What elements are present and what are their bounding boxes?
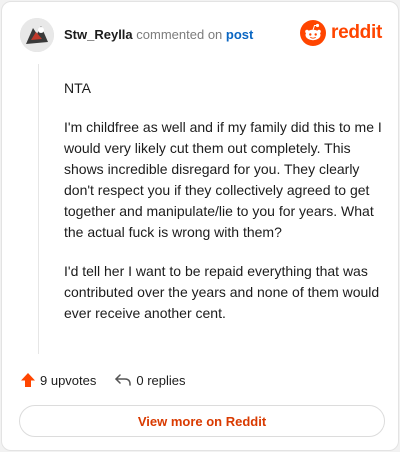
- comment-actions: 9 upvotes 0 replies: [20, 372, 186, 388]
- reply-button[interactable]: 0 replies: [114, 372, 186, 388]
- comment-header: Stw_Reylla commented on post reddit: [20, 18, 382, 54]
- post-link[interactable]: post: [226, 27, 253, 42]
- reply-count: 0 replies: [136, 372, 186, 388]
- avatar-image: [20, 18, 54, 52]
- upvote-button[interactable]: 9 upvotes: [20, 372, 96, 388]
- reddit-logo-icon: [300, 20, 327, 46]
- reply-icon: [115, 374, 132, 386]
- upvote-arrow-icon: [21, 373, 35, 387]
- comment-embed-card: Stw_Reylla commented on post reddit NTA …: [1, 1, 399, 451]
- commented-on-label: commented on: [136, 27, 223, 42]
- comment-paragraph: NTA: [64, 80, 91, 96]
- reddit-brand[interactable]: reddit: [300, 20, 382, 46]
- comment-meta: Stw_Reylla commented on post: [64, 27, 253, 42]
- upvote-count: 9 upvotes: [40, 372, 97, 388]
- username[interactable]: Stw_Reylla: [64, 27, 133, 42]
- reddit-wordmark: reddit: [331, 22, 382, 43]
- comment-body: NTA I'm childfree as well and if my fami…: [64, 78, 388, 342]
- comment-paragraph: I'd tell her I want to be repaid everyth…: [64, 263, 380, 321]
- view-more-button[interactable]: View more on Reddit: [19, 405, 385, 437]
- thread-line: [38, 64, 39, 354]
- avatar[interactable]: [20, 18, 54, 52]
- comment-paragraph: I'm childfree as well and if my family d…: [64, 119, 382, 240]
